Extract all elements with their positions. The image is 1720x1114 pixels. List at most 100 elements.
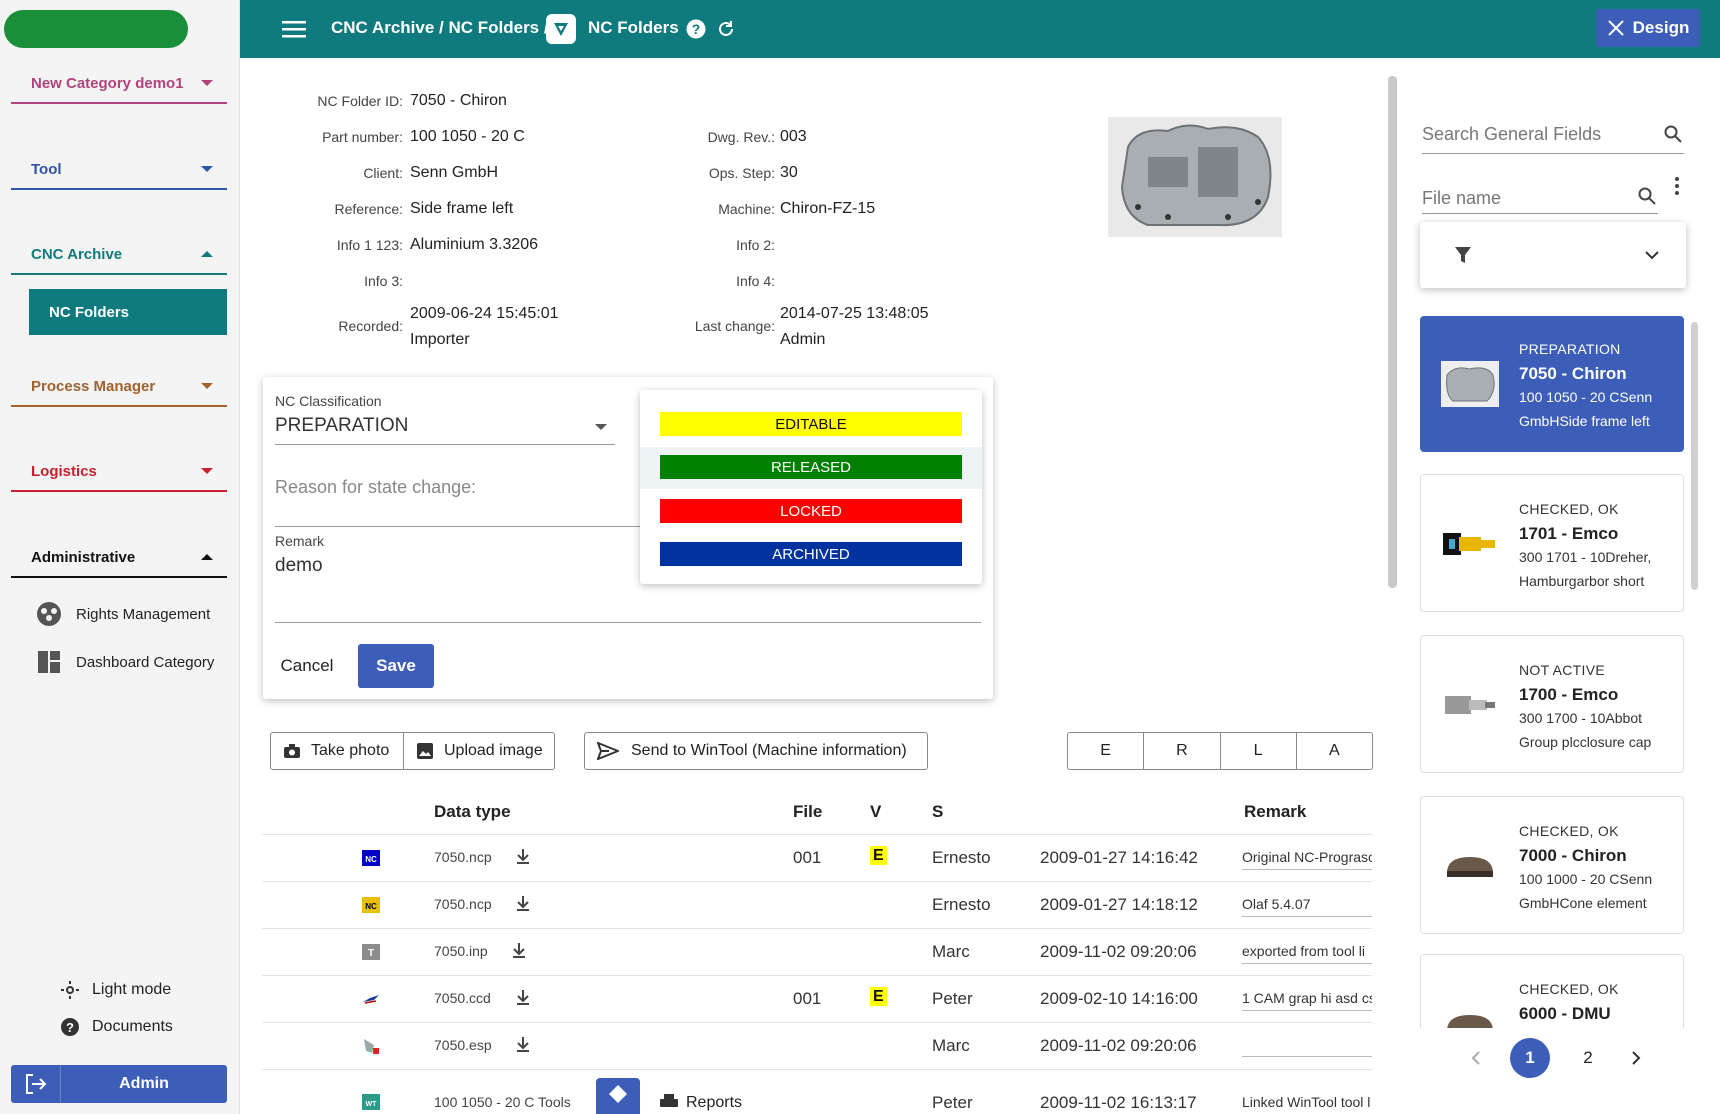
nav-section-process-manager[interactable]: Process Manager — [11, 367, 227, 407]
filter-released-button[interactable]: R — [1144, 733, 1221, 769]
nav-section-administrative[interactable]: Administrative — [11, 538, 227, 578]
remark-text[interactable] — [1242, 1037, 1372, 1057]
version-badge: E — [870, 846, 887, 865]
download-icon[interactable] — [516, 895, 530, 911]
download-icon[interactable] — [512, 942, 526, 958]
remark-text[interactable]: Linked WinTool tool l — [1242, 1094, 1372, 1114]
classification-select[interactable]: PREPARATION — [275, 413, 615, 445]
machine-value: Chiron-FZ-15 — [780, 200, 876, 217]
table-row[interactable]: WT 100 1050 - 20 C Tools Reports Peter 2… — [262, 1069, 1372, 1114]
cancel-button[interactable]: Cancel — [273, 644, 341, 688]
save-button[interactable]: Save — [358, 644, 434, 688]
light-mode-icon — [61, 981, 79, 999]
table-row[interactable]: T 7050.inp Marc 2009-11-02 09:20:06 expo… — [262, 928, 1372, 974]
folder-title: 7050 - Chiron — [1519, 364, 1627, 383]
user-bar[interactable]: Admin — [11, 1065, 227, 1103]
page-button-current[interactable]: 1 — [1510, 1038, 1550, 1078]
state-option-released[interactable]: RELEASED — [660, 455, 962, 479]
nav-section-new-category[interactable]: New Category demo1 — [11, 64, 227, 104]
filter-editable-button[interactable]: E — [1068, 733, 1145, 769]
menu-icon[interactable] — [282, 19, 306, 39]
text-file-icon: T — [362, 944, 380, 960]
main-scrollbar[interactable] — [1388, 76, 1397, 588]
breadcrumb[interactable]: CNC Archive / NC Folders / — [331, 18, 549, 38]
state-option-editable[interactable]: EDITABLE — [660, 412, 962, 436]
remark-text[interactable]: 1 CAM grap hi asd cs — [1242, 990, 1372, 1011]
cards-scrollbar[interactable] — [1691, 322, 1698, 590]
state-option-locked[interactable]: LOCKED — [660, 499, 962, 523]
col-header-v[interactable]: V — [870, 802, 881, 822]
col-header-s[interactable]: S — [932, 802, 943, 822]
folder-line2: Group plcclosure cap — [1519, 734, 1652, 750]
col-header-remark[interactable]: Remark — [1244, 802, 1306, 822]
folder-thumbnail — [1441, 1001, 1499, 1028]
send-wintool-button[interactable]: Send to WinTool (Machine information) — [584, 732, 928, 770]
nav-section-tool[interactable]: Tool — [11, 150, 227, 190]
folder-card[interactable]: CHECKED, OK 1701 - Emco 300 1701 - 10Dre… — [1420, 474, 1684, 612]
client-value: Senn GmbH — [410, 164, 499, 181]
nav-section-cnc-archive[interactable]: CNC Archive — [11, 235, 227, 275]
sidebar-item-dashboard-category[interactable]: Dashboard Category — [36, 648, 214, 676]
state-option-archived[interactable]: ARCHIVED — [660, 542, 962, 566]
page-button[interactable]: 2 — [1568, 1038, 1608, 1078]
filter-locked-button[interactable]: L — [1221, 733, 1297, 769]
version-text: E — [870, 846, 887, 865]
documents-link[interactable]: ? Documents — [60, 1014, 173, 1040]
download-icon[interactable] — [516, 848, 530, 864]
chevron-down-icon — [201, 383, 213, 389]
download-icon[interactable] — [516, 989, 530, 1005]
reports-label[interactable]: Reports — [686, 1094, 742, 1112]
take-photo-button[interactable]: Take photo — [270, 732, 404, 770]
reason-field[interactable]: Reason for state change: — [275, 463, 645, 527]
folder-card[interactable]: CHECKED, OK 6000 - DMU — [1420, 954, 1684, 1028]
search-general-input[interactable]: Search General Fields — [1422, 118, 1684, 154]
folder-card-active[interactable]: PREPARATION 7050 - Chiron 100 1050 - 20 … — [1420, 316, 1684, 452]
timestamp: 2009-01-27 14:18:12 — [1040, 895, 1198, 914]
upload-image-button[interactable]: Upload image — [403, 732, 555, 770]
folder-thumbnail — [1441, 521, 1499, 567]
reason-placeholder: Reason for state change: — [275, 477, 477, 497]
filter-panel[interactable] — [1420, 222, 1686, 288]
col-header-data-type[interactable]: Data type — [434, 802, 511, 822]
more-vert-icon[interactable] — [1674, 176, 1680, 196]
col-header-file[interactable]: File — [793, 802, 822, 822]
help-icon[interactable]: ? — [686, 19, 706, 39]
classification-label: NC Classification — [275, 393, 382, 409]
design-button[interactable]: Design — [1596, 9, 1700, 47]
sidebar-item-nc-folders[interactable]: NC Folders — [29, 289, 227, 335]
prev-page-icon[interactable] — [1470, 1050, 1482, 1066]
table-row[interactable]: NC 7050.ncp Ernesto 2009-01-27 14:18:12 … — [262, 881, 1372, 927]
nc-yellow-icon: NC — [362, 897, 380, 913]
folder-card[interactable]: NOT ACTIVE 1700 - Emco 300 1700 - 10Abbo… — [1420, 635, 1684, 773]
cam-icon — [363, 995, 379, 1004]
timestamp: 2009-02-10 14:16:00 — [1040, 989, 1198, 1008]
sidebar-item-rights-management[interactable]: Rights Management — [36, 600, 210, 628]
search-icon[interactable] — [1664, 125, 1682, 143]
wintool-link-button[interactable] — [596, 1078, 640, 1114]
sidebar: New Category demo1 Tool CNC Archive NC F… — [0, 0, 240, 1114]
refresh-icon[interactable] — [716, 19, 736, 39]
next-page-icon[interactable] — [1630, 1050, 1642, 1066]
nav-section-logistics[interactable]: Logistics — [11, 452, 227, 492]
filter-archived-button[interactable]: A — [1297, 733, 1372, 769]
table-row[interactable]: 7050.esp Marc 2009-11-02 09:20:06 — [262, 1022, 1372, 1068]
search-icon[interactable] — [1638, 187, 1656, 205]
table-row[interactable]: NC 7050.ncp 001 E Ernesto 2009-01-27 14:… — [262, 834, 1372, 880]
help-icon: ? — [61, 1018, 79, 1036]
light-mode-toggle[interactable]: Light mode — [60, 977, 171, 1003]
file-name-input[interactable]: File name — [1422, 182, 1658, 214]
camera-icon — [284, 744, 300, 758]
sidebar-item-label: Rights Management — [76, 605, 211, 623]
remark-text[interactable]: Original NC-Prograsc — [1242, 849, 1372, 870]
table-row[interactable]: 7050.ccd 001 E Peter 2009-02-10 14:16:00… — [262, 975, 1372, 1021]
part-thumbnail[interactable] — [1108, 117, 1282, 237]
card-clip: CHECKED, OK 6000 - DMU — [1420, 954, 1686, 1028]
logout-button[interactable] — [11, 1065, 61, 1103]
remark-text[interactable]: Olaf 5.4.07 — [1242, 896, 1372, 917]
folder-card[interactable]: CHECKED, OK 7000 - Chiron 100 1000 - 20 … — [1420, 796, 1684, 934]
recorded-by: Importer — [410, 331, 470, 348]
download-icon[interactable] — [516, 1036, 530, 1052]
remark-text[interactable]: exported from tool li — [1242, 943, 1372, 964]
rights-icon — [37, 602, 61, 626]
print-icon[interactable] — [660, 1094, 678, 1110]
